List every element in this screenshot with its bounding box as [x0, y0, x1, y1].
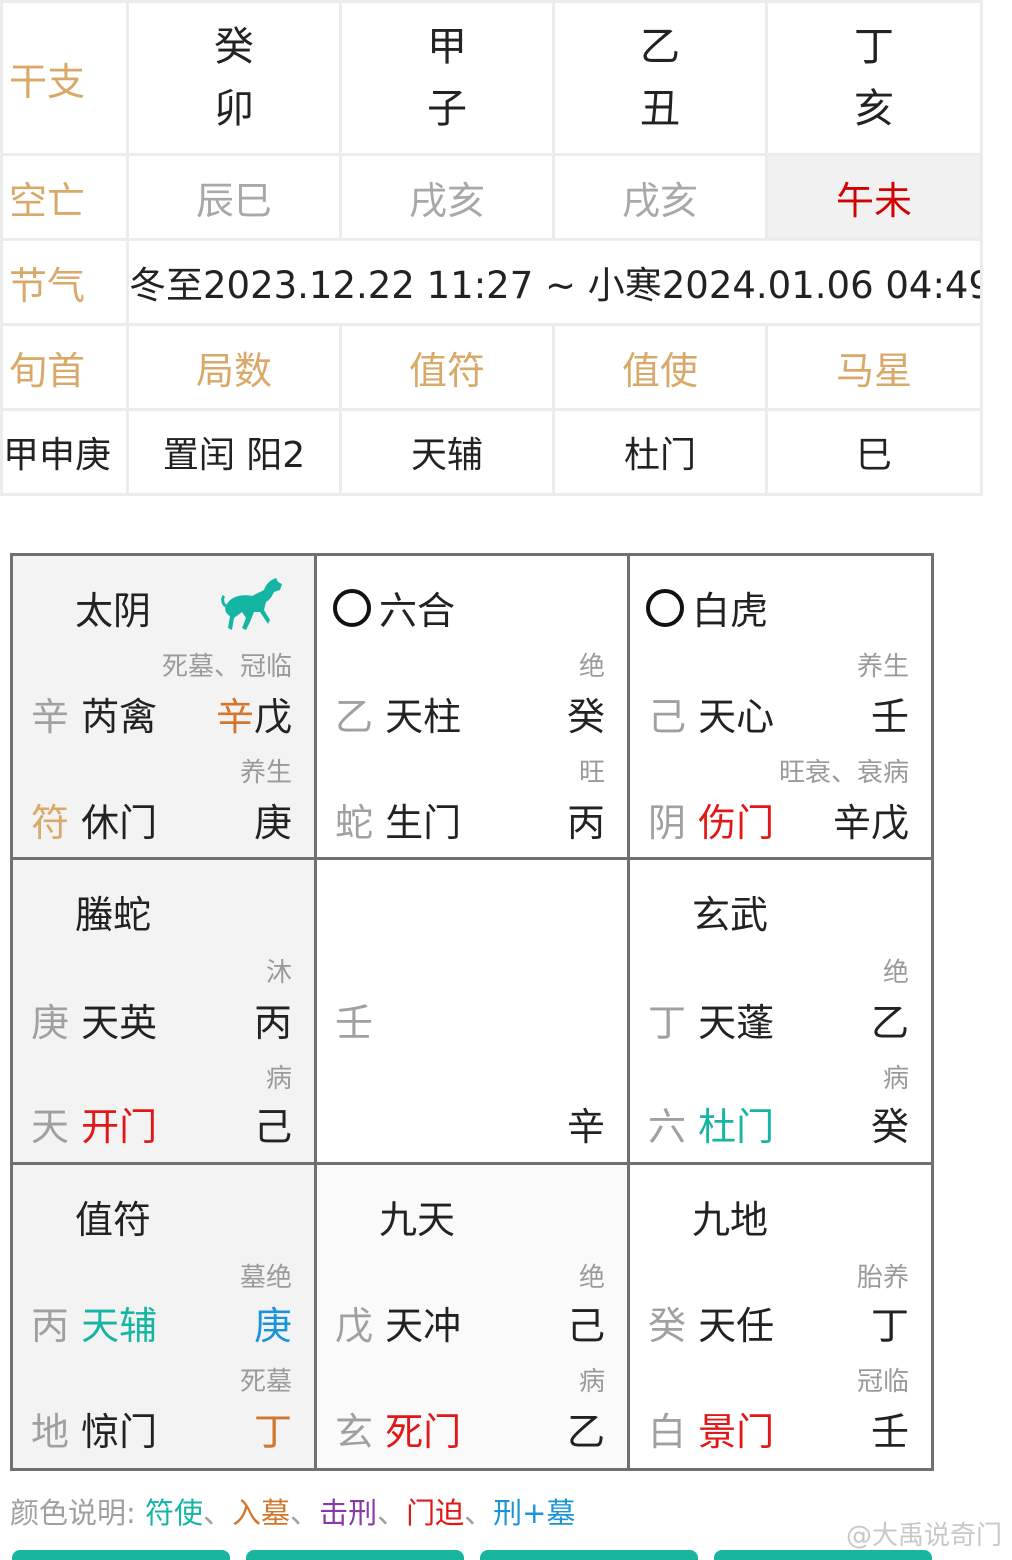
palace-zhen[interactable]: 螣蛇 沐 庚 天英 丙 病 天 开门 己: [13, 860, 317, 1165]
tianpan-stem: 辛: [31, 695, 70, 739]
palace-kan[interactable]: 九天 绝 戊 天冲 己 病 玄 死门 乙: [317, 1165, 630, 1468]
legend-label: 颜色说明:: [10, 1496, 136, 1530]
line-star: 乙 天柱 癸: [335, 695, 605, 739]
deity: 九地: [692, 1198, 769, 1242]
header-zhishi: 值使: [552, 323, 768, 411]
state-tianpan: 绝: [578, 1263, 605, 1293]
state-tianpan: 沐: [265, 958, 292, 988]
line-door: 阴 伤门 辛戊: [648, 801, 909, 845]
value-zhishi: 杜门: [552, 408, 768, 496]
value-maxing: 巳: [765, 408, 983, 496]
line-star: 丙 天辅 庚: [31, 1304, 292, 1348]
dipan-stem-1: 辛: [215, 695, 254, 739]
state-dipan: 冠临: [856, 1367, 909, 1397]
kongwang-label: 空亡: [0, 153, 129, 241]
legend-rumu: 入墓: [232, 1496, 291, 1530]
state-dipan: 死墓: [239, 1367, 292, 1397]
state-tianpan: 绝: [882, 958, 909, 988]
bottom-button-1[interactable]: [12, 1550, 230, 1560]
state-tianpan: 死墓、冠临: [161, 652, 292, 682]
kongwang-year: 辰巳: [126, 153, 342, 241]
state-dipan: 病: [578, 1367, 605, 1397]
empty-circle-icon: [333, 589, 371, 627]
palace-gen[interactable]: 值符 墓绝 丙 天辅 庚 死墓 地 惊门 丁: [13, 1165, 317, 1468]
state-dipan: 病: [265, 1064, 292, 1094]
state-dipan: 旺衰、衰病: [778, 758, 909, 788]
palace-li[interactable]: 六合 绝 乙 天柱 癸 旺 蛇 生门 丙: [317, 556, 630, 860]
header-jushu: 局数: [126, 323, 342, 411]
palace-dui[interactable]: 玄武 绝 丁 天蓬 乙 病 六 杜门 癸: [630, 860, 931, 1165]
palace-qian[interactable]: 九地 胎养 癸 天任 丁 冠临 白 景门 壬: [630, 1165, 931, 1468]
state-tianpan: 养生: [856, 652, 909, 682]
palace-xun[interactable]: 太阴 死墓、冠临 辛 芮禽 辛戊 养生 符 休门 庚: [13, 556, 317, 860]
center-stem: 壬: [335, 1001, 374, 1045]
line-star: 戊 天冲 己: [335, 1304, 605, 1348]
color-legend: 颜色说明: 符使、入墓、击刑、门迫、刑+墓: [10, 1496, 576, 1530]
kongwang-month: 戌亥: [339, 153, 555, 241]
state-dipan: 旺: [578, 758, 605, 788]
xunshou-label: 旬首: [0, 323, 129, 411]
palace-center[interactable]: 壬 辛: [317, 860, 630, 1165]
bottom-button-2[interactable]: [246, 1550, 464, 1560]
line-door: 地 惊门 丁: [31, 1410, 292, 1454]
qimen-chart-grid: 太阴 死墓、冠临 辛 芮禽 辛戊 养生 符 休门 庚 六合 绝 乙 天柱 癸 旺…: [10, 553, 934, 1471]
ganzhi-month: 甲子: [339, 0, 555, 156]
state-dipan: 养生: [239, 758, 292, 788]
line-door: 天 开门 己: [31, 1105, 292, 1149]
state-tianpan: 胎养: [856, 1263, 909, 1293]
dipan-stem-2: 戊: [253, 695, 292, 739]
value-xunshou: 甲申庚: [0, 408, 129, 496]
ganzhi-year: 癸卯: [126, 0, 342, 156]
empty-circle-icon: [646, 589, 684, 627]
line-star: 癸 天任 丁: [648, 1304, 909, 1348]
jieqi-label: 节气: [0, 238, 129, 326]
state-dipan: 病: [882, 1064, 909, 1094]
line-star: 辛 芮禽 辛戊: [31, 686, 292, 741]
deity: 玄武: [692, 893, 769, 937]
info-table: 干支 癸卯 甲子 乙丑 丁亥 空亡 辰巳 戌亥 戌亥 午未 节气 冬至2023.…: [0, 0, 983, 496]
watermark: @大禹说奇门: [845, 1521, 1002, 1551]
state-tianpan: 绝: [578, 652, 605, 682]
deity: 九天: [379, 1198, 456, 1242]
line-star: 己 天心 壬: [648, 695, 909, 739]
line-door: 蛇 生门 丙: [335, 801, 605, 845]
header-zhifu: 值符: [339, 323, 555, 411]
legend-fushi: 符使: [145, 1496, 204, 1530]
deity: 螣蛇: [75, 893, 152, 937]
line-star: 丁 天蓬 乙: [648, 1001, 909, 1045]
legend-jixing: 击刑: [319, 1496, 378, 1530]
line-door: 白 景门 壬: [648, 1410, 909, 1454]
deity-line: 六合: [333, 580, 455, 635]
dipan-stem: 庚: [253, 801, 292, 845]
value-zhifu: 天辅: [339, 408, 555, 496]
palace-kun[interactable]: 白虎 养生 己 天心 壬 旺衰、衰病 阴 伤门 辛戊: [630, 556, 931, 860]
line-door: 玄 死门 乙: [335, 1410, 605, 1454]
line-door: 符 休门 庚: [31, 792, 292, 847]
kongwang-hour: 午未: [765, 153, 983, 241]
line-door: 六 杜门 癸: [648, 1105, 909, 1149]
bottom-button-3[interactable]: [480, 1550, 698, 1560]
door: 休门: [81, 801, 158, 845]
value-jushu: 置闰 阳2: [126, 408, 342, 496]
header-maxing: 马星: [765, 323, 983, 411]
line-star: 庚 天英 丙: [31, 1001, 292, 1045]
horse-icon: [221, 578, 282, 630]
bottom-button-4[interactable]: [714, 1550, 932, 1560]
legend-menpo: 门迫: [406, 1496, 465, 1530]
deity: 太阴: [75, 589, 152, 633]
ganzhi-label: 干支: [0, 0, 129, 156]
kongwang-day: 戌亥: [552, 153, 768, 241]
jieqi-value: 冬至2023.12.22 11:27 ~ 小寒2024.01.06 04:49: [126, 238, 983, 326]
deity-line: 白虎: [646, 580, 768, 635]
star: 芮禽: [81, 695, 158, 739]
ganzhi-hour: 丁亥: [765, 0, 983, 156]
god-short: 符: [31, 801, 70, 845]
state-tianpan: 墓绝: [239, 1263, 292, 1293]
ganzhi-day: 乙丑: [552, 0, 768, 156]
deity: 值符: [75, 1198, 152, 1242]
legend-xingmu: 刑+墓: [493, 1496, 576, 1530]
